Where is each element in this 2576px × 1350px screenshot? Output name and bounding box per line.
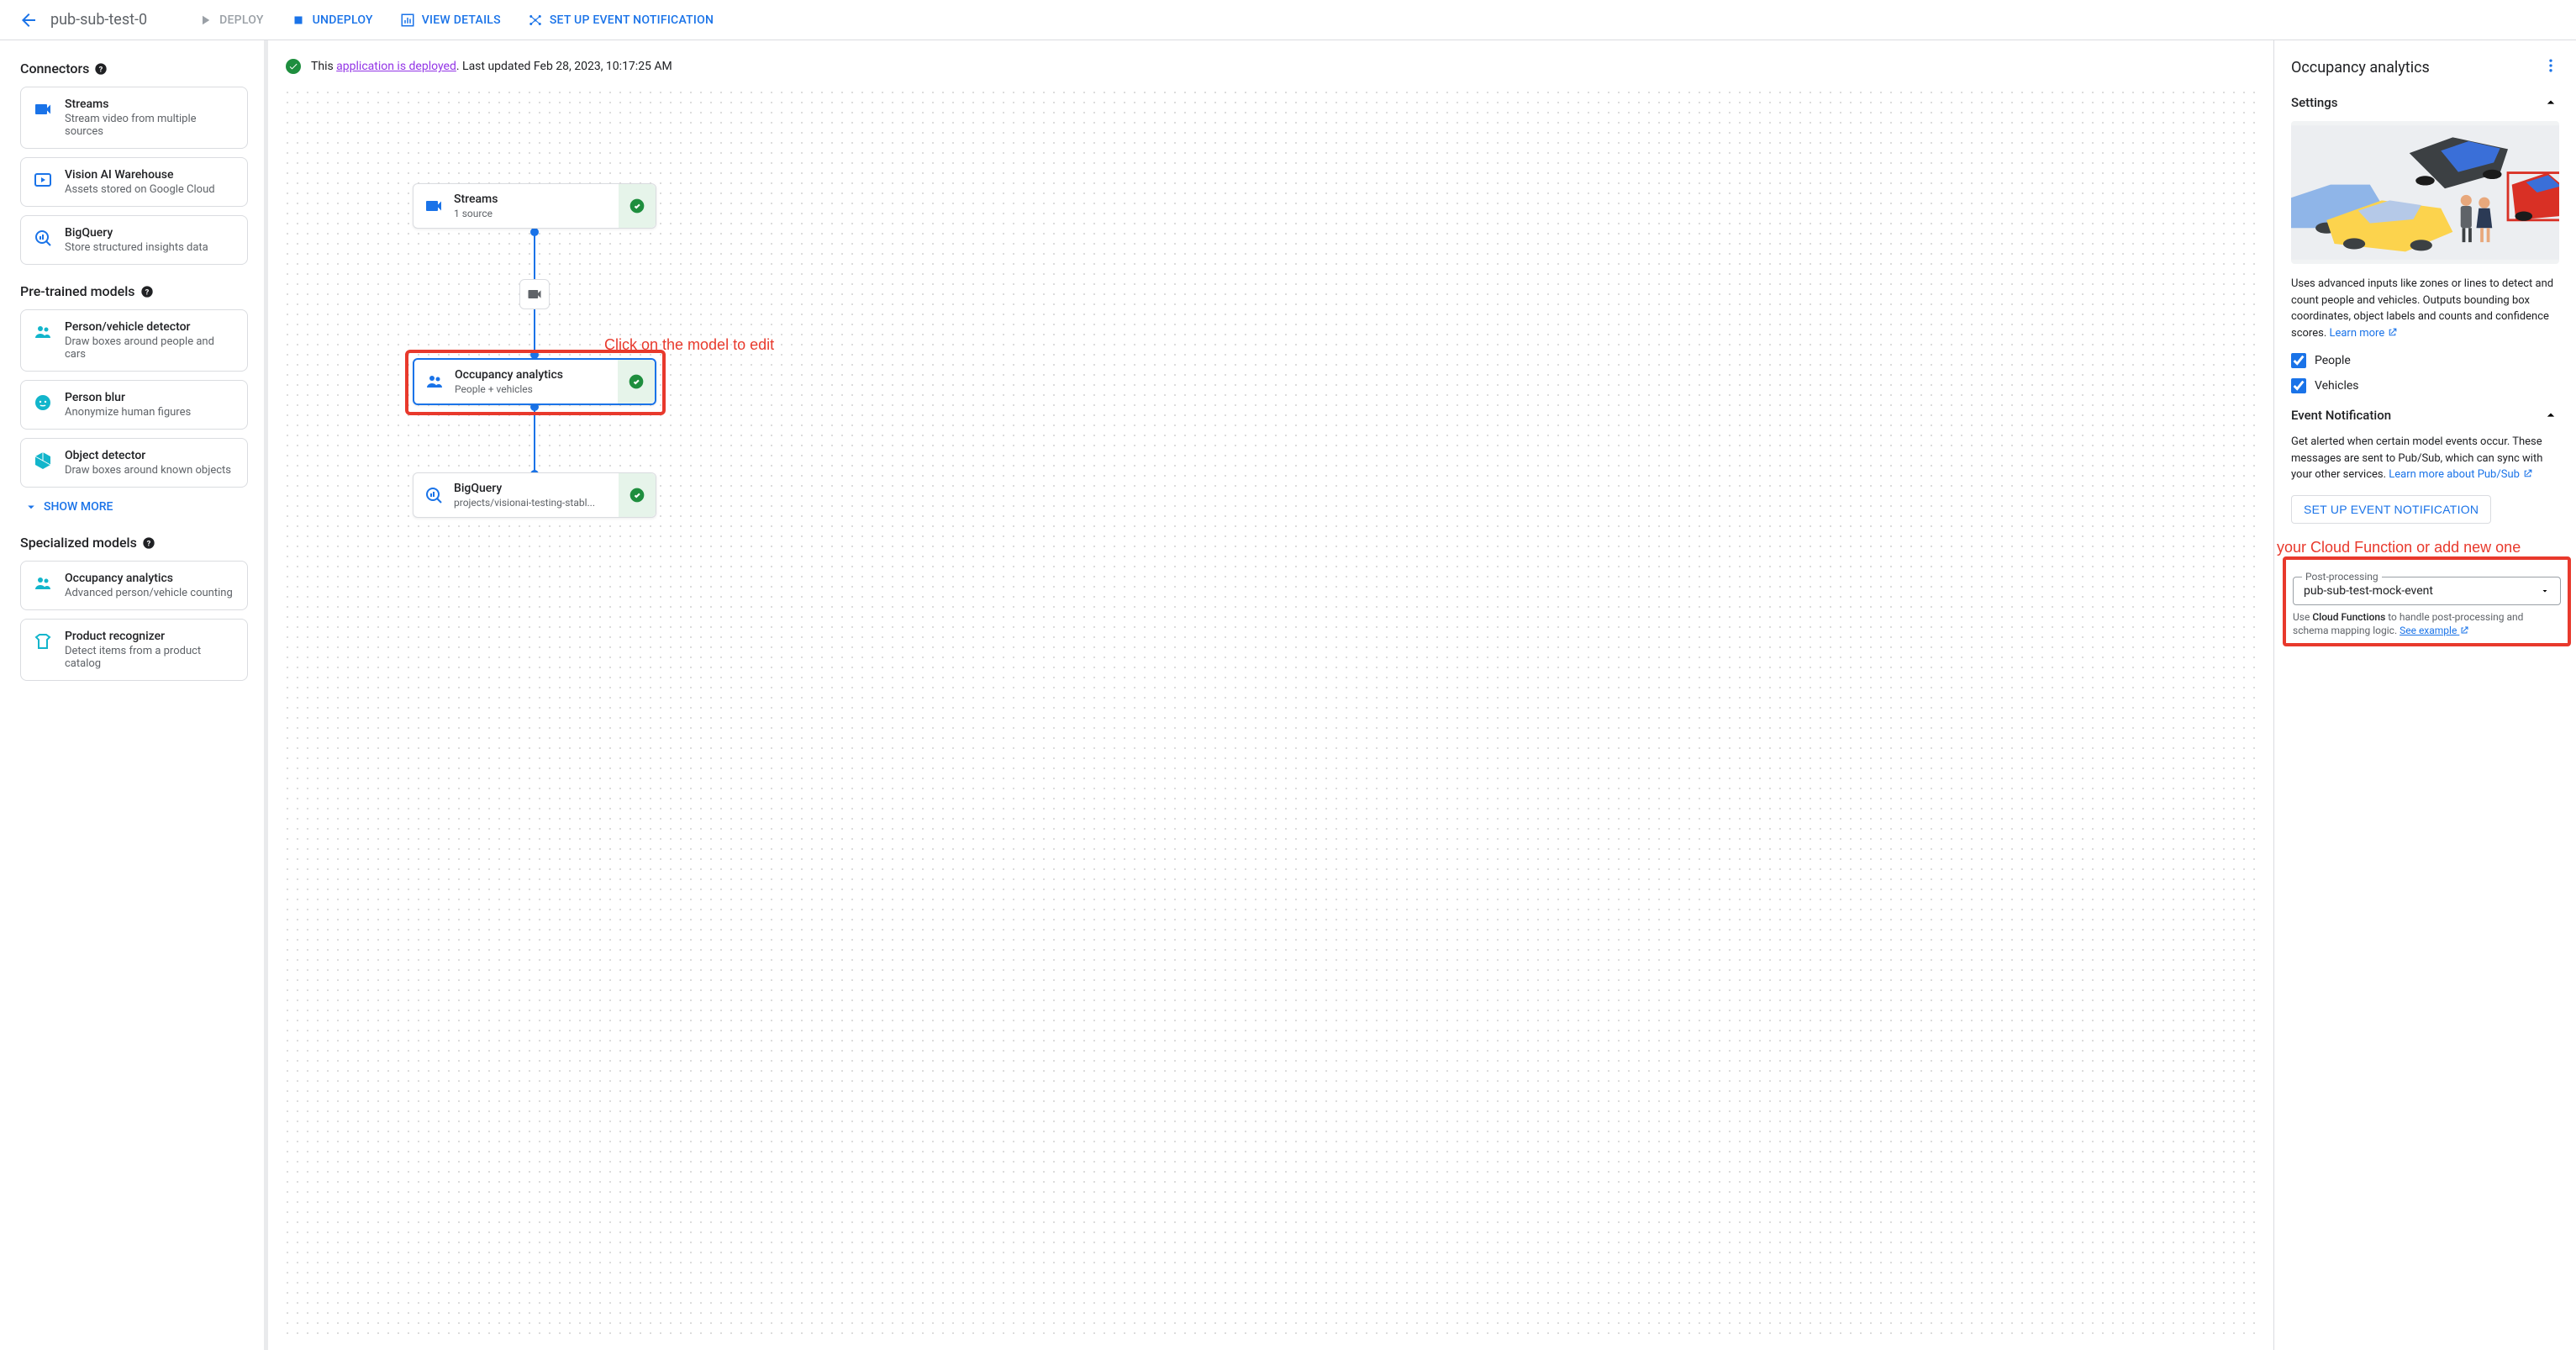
scrollbar[interactable] — [264, 40, 268, 1350]
app-title: pub-sub-test-0 — [50, 11, 147, 29]
people-icon — [33, 322, 53, 342]
vehicles-checkbox[interactable]: Vehicles — [2291, 378, 2559, 393]
sidebar-item-bigquery[interactable]: BigQueryStore structured insights data — [20, 215, 248, 265]
bigquery-icon — [414, 485, 454, 505]
chevron-up-icon — [2542, 407, 2559, 424]
details-panel: Occupancy analytics Settings — [2273, 40, 2576, 1350]
application-deployed-link[interactable]: application is deployed — [336, 60, 456, 73]
annotation-text: Click on the model to edit — [604, 336, 774, 354]
video-camera-icon — [33, 99, 53, 119]
svg-text:?: ? — [99, 65, 103, 74]
setup-event-notification-panel-button[interactable]: SET UP EVENT NOTIFICATION — [2291, 495, 2491, 524]
post-processing-helper: Use Cloud Functions to handle post-proce… — [2293, 610, 2561, 639]
post-processing-select[interactable]: Post-processing pub-sub-test-mock-event — [2293, 577, 2561, 605]
node-bigquery[interactable]: BigQueryprojects/visionai-testing-stabl.… — [413, 472, 656, 518]
view-details-button[interactable]: VIEW DETAILS — [390, 6, 511, 34]
learn-more-pubsub-link[interactable]: Learn more about Pub/Sub — [2389, 468, 2533, 481]
video-camera-icon — [414, 196, 454, 216]
status-success-icon — [619, 473, 656, 517]
svg-text:?: ? — [145, 287, 149, 297]
show-more-button[interactable]: SHOW MORE — [24, 499, 248, 514]
sidebar-item-person-vehicle-detector[interactable]: Person/vehicle detectorDraw boxes around… — [20, 309, 248, 372]
node-streams[interactable]: Streams1 source — [413, 183, 656, 229]
cube-icon — [33, 451, 53, 471]
sidebar-item-streams[interactable]: StreamsStream video from multiple source… — [20, 87, 248, 149]
status-success-icon — [619, 184, 656, 228]
chevron-up-icon — [2542, 94, 2559, 111]
help-icon[interactable]: ? — [94, 62, 108, 76]
external-link-icon — [2459, 625, 2469, 635]
play-box-icon — [33, 170, 53, 190]
pretrained-section-title: Pre-trained models ? — [20, 283, 248, 299]
graph-canvas[interactable]: This application is deployed. Last updat… — [269, 40, 2273, 1350]
deploy-button: DEPLOY — [187, 6, 274, 34]
sidebar-item-product-recognizer[interactable]: Product recognizerDetect items from a pr… — [20, 619, 248, 681]
people-icon — [414, 372, 455, 392]
status-success-icon — [618, 360, 655, 403]
bigquery-icon — [33, 228, 53, 248]
video-transform-icon[interactable] — [519, 279, 550, 309]
settings-section-toggle[interactable]: Settings — [2291, 94, 2559, 111]
svg-text:?: ? — [147, 539, 151, 548]
help-icon[interactable]: ? — [140, 285, 154, 298]
settings-description: Uses advanced inputs like zones or lines… — [2291, 276, 2559, 341]
event-notification-section-toggle[interactable]: Event Notification — [2291, 407, 2559, 424]
learn-more-link[interactable]: Learn more — [2329, 327, 2398, 340]
people-icon — [33, 573, 53, 593]
help-icon[interactable]: ? — [142, 536, 155, 550]
sidebar-item-person-blur[interactable]: Person blurAnonymize human figures — [20, 380, 248, 430]
sidebar-item-warehouse[interactable]: Vision AI WarehouseAssets stored on Goog… — [20, 157, 248, 207]
external-link-icon — [2522, 468, 2533, 479]
illustration — [2291, 121, 2559, 264]
panel-title: Occupancy analytics — [2291, 59, 2430, 76]
undeploy-button[interactable]: UNDEPLOY — [281, 6, 383, 34]
shirt-icon — [33, 631, 53, 651]
success-check-icon — [286, 59, 301, 74]
connectors-section-title: Connectors ? — [20, 61, 248, 76]
external-link-icon — [2387, 327, 2398, 338]
sidebar-item-object-detector[interactable]: Object detectorDraw boxes around known o… — [20, 438, 248, 488]
see-example-link[interactable]: See example — [2400, 625, 2469, 636]
annotation-text: Select your Cloud Function or add new on… — [2273, 539, 2499, 556]
chevron-down-icon — [24, 499, 39, 514]
back-button[interactable] — [13, 5, 44, 35]
sidebar: Connectors ? StreamsStream video from mu… — [0, 40, 269, 1350]
dropdown-arrow-icon — [2540, 586, 2550, 596]
people-checkbox[interactable]: People — [2291, 353, 2559, 368]
event-notification-description: Get alerted when certain model events oc… — [2291, 434, 2559, 483]
node-occupancy-analytics[interactable]: Occupancy analyticsPeople + vehicles — [413, 358, 656, 405]
sidebar-item-occupancy-analytics[interactable]: Occupancy analyticsAdvanced person/vehic… — [20, 561, 248, 610]
specialized-section-title: Specialized models ? — [20, 535, 248, 551]
more-menu-button[interactable] — [2542, 57, 2559, 77]
face-icon — [33, 393, 53, 413]
status-bar: This application is deployed. Last updat… — [282, 54, 2260, 91]
setup-event-notification-button[interactable]: SET UP EVENT NOTIFICATION — [518, 6, 724, 34]
